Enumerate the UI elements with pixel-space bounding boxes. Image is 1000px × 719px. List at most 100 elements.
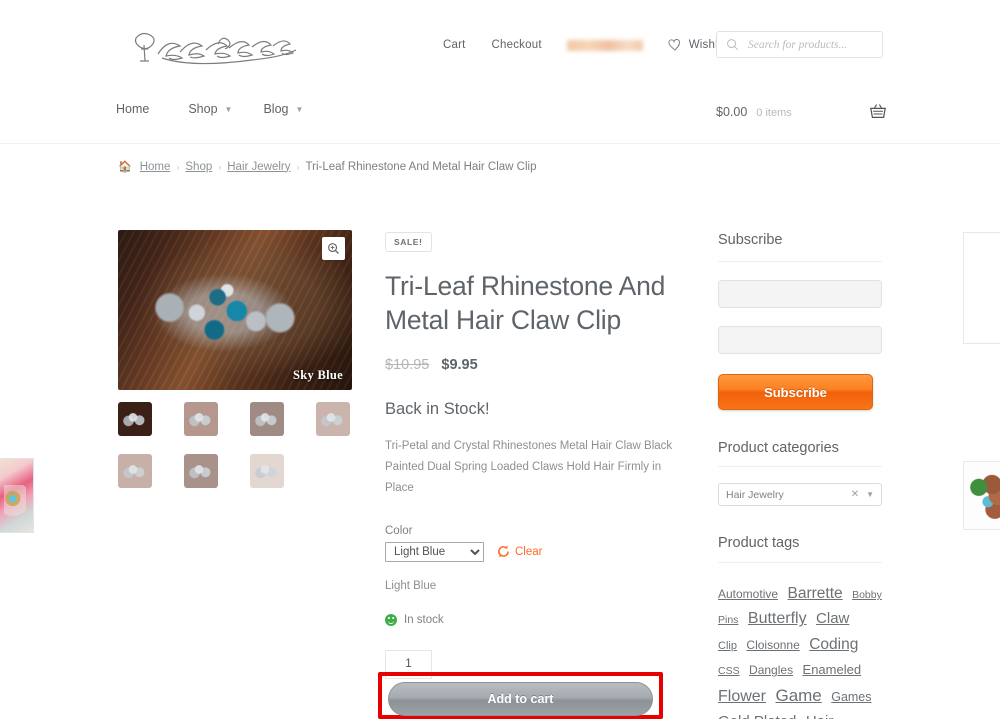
thumbnail-list	[118, 402, 352, 506]
divider	[718, 261, 882, 262]
thumbnail-item[interactable]	[184, 454, 218, 488]
main-nav-shop[interactable]: Shop ▼	[188, 102, 249, 116]
hair-clip-product-photo	[144, 268, 304, 354]
subscribe-title: Subscribe	[718, 232, 783, 248]
tag-link[interactable]: Cloisonne	[746, 638, 799, 652]
main-navigation: Home Shop ▼ Blog ▼	[116, 102, 334, 116]
product-categories-widget: Product categories Hair Jewelry ✕ ▼	[718, 440, 882, 506]
add-to-cart-label: Add to cart	[487, 692, 554, 706]
tag-link[interactable]: Clip	[718, 640, 737, 652]
subscribe-name-field[interactable]	[718, 280, 882, 308]
sidebar: Subscribe Subscribe Product categories H…	[718, 232, 882, 719]
tag-link[interactable]: Hair	[806, 713, 834, 719]
price-current: $9.95	[441, 356, 478, 373]
product-subheading: Back in Stock!	[385, 399, 490, 418]
stock-status-label: In stock	[404, 613, 444, 626]
product-tags-widget: Product tags Automotive Barrette Bobby P…	[718, 535, 882, 719]
thumbnail-item[interactable]	[250, 454, 284, 488]
tag-link[interactable]: Flower	[718, 688, 766, 705]
main-nav-shop-label: Shop	[188, 102, 218, 116]
subscribe-widget: Subscribe Subscribe	[718, 232, 882, 410]
search-box[interactable]	[716, 31, 883, 58]
tag-link[interactable]: Barrette	[787, 585, 842, 602]
breadcrumb-home[interactable]: Home	[140, 161, 171, 173]
breadcrumb: 🏠 Home › Shop › Hair Jewelry › Tri-Leaf …	[118, 160, 537, 174]
thumbnail-item[interactable]	[118, 454, 152, 488]
thumbnail-item[interactable]	[250, 402, 284, 436]
subscribe-button-label: Subscribe	[764, 384, 827, 400]
variation-label: Color	[385, 524, 413, 537]
breadcrumb-shop[interactable]: Shop	[185, 161, 212, 173]
sale-badge: SALE!	[385, 232, 432, 252]
category-selected-value: Hair Jewelry	[726, 488, 784, 501]
breadcrumb-separator: ›	[218, 161, 222, 172]
tag-link[interactable]: Coding	[809, 636, 858, 653]
stock-status: In stock	[385, 613, 685, 626]
divider	[718, 466, 882, 467]
breadcrumb-current: Tri-Leaf Rhinestone And Metal Hair Claw …	[305, 160, 537, 173]
color-select[interactable]: Light Blue	[385, 541, 484, 562]
product-tags-title: Product tags	[718, 535, 800, 551]
category-select[interactable]: Hair Jewelry ✕ ▼	[718, 483, 882, 506]
main-nav-home-label: Home	[116, 102, 150, 116]
add-to-cart-button[interactable]: Add to cart	[388, 682, 653, 716]
caret-down-icon[interactable]: ▼	[866, 490, 874, 499]
clear-label: Clear	[515, 545, 543, 558]
cart-item-count: 0 items	[756, 107, 792, 119]
subscribe-button[interactable]: Subscribe	[718, 374, 873, 410]
main-nav-home[interactable]: Home	[116, 102, 166, 116]
right-edge-image-card	[963, 461, 1000, 530]
breadcrumb-separator: ›	[296, 161, 300, 172]
tag-link[interactable]: Automotive	[718, 587, 778, 601]
thumbnail-item[interactable]	[184, 402, 218, 436]
site-header: Cart Checkout Wishlist – 5 Home Shop	[0, 0, 1000, 146]
chevron-down-icon: ▼	[295, 104, 304, 114]
price-original: $10.95	[385, 356, 430, 373]
tag-link[interactable]: Games	[831, 690, 871, 704]
tag-link[interactable]: Butterfly	[748, 610, 807, 627]
search-input[interactable]	[746, 37, 871, 52]
image-color-caption: Sky Blue	[293, 368, 343, 382]
product-page: Cart Checkout Wishlist – 5 Home Shop	[0, 0, 1000, 719]
tag-link[interactable]: Gold Plated	[718, 713, 796, 719]
smiley-face-icon	[385, 613, 397, 626]
site-logo[interactable]	[128, 24, 328, 76]
tag-link[interactable]: Claw	[816, 610, 849, 627]
nav-cart[interactable]: Cart	[430, 39, 479, 51]
variation-selector: Color Light Blue Clear	[385, 525, 685, 562]
cart-amount: $0.00	[716, 105, 748, 119]
tag-link[interactable]: Enameled	[803, 662, 862, 677]
cart-summary[interactable]: $0.00 0 items	[716, 105, 792, 119]
main-nav-blog-label: Blog	[263, 102, 289, 116]
breadcrumb-hair-jewelry[interactable]: Hair Jewelry	[227, 161, 290, 173]
clear-variation-link[interactable]: Clear	[497, 545, 542, 558]
product-title: Tri-Leaf Rhinestone And Metal Hair Claw …	[385, 271, 666, 335]
product-categories-title: Product categories	[718, 440, 839, 456]
breadcrumb-separator: ›	[176, 161, 180, 172]
search-icon	[727, 39, 739, 51]
product-gallery: Sky Blue	[118, 230, 352, 506]
home-icon: 🏠	[118, 161, 132, 173]
product-price: $10.95 $9.95	[385, 357, 685, 373]
product-summary: SALE! Tri-Leaf Rhinestone And Metal Hair…	[385, 232, 685, 679]
heart-icon	[668, 39, 680, 51]
thumbnail-item[interactable]	[118, 402, 152, 436]
tag-link[interactable]: CSS	[718, 665, 740, 677]
basket-icon[interactable]	[869, 103, 887, 125]
right-edge-panel	[963, 232, 1000, 344]
thumbnail-item[interactable]	[316, 402, 350, 436]
quantity-value: 1	[405, 658, 412, 671]
magnifier-plus-icon[interactable]	[322, 237, 345, 260]
product-short-description: Tri-Petal and Crystal Rhinestones Metal …	[385, 439, 673, 495]
top-navigation: Cart Checkout Wishlist – 5	[430, 39, 763, 51]
nav-checkout[interactable]: Checkout	[479, 39, 555, 51]
x-icon[interactable]: ✕	[851, 489, 859, 500]
product-main-image[interactable]: Sky Blue	[118, 230, 352, 390]
main-nav-blog[interactable]: Blog ▼	[263, 102, 320, 116]
selected-variation-text: Light Blue	[385, 579, 437, 592]
chevron-down-icon: ▼	[224, 104, 233, 114]
tag-link[interactable]: Game	[775, 686, 821, 705]
tag-link[interactable]: Dangles	[749, 663, 793, 677]
subscribe-email-field[interactable]	[718, 326, 882, 354]
redacted-account-link[interactable]	[566, 39, 643, 51]
